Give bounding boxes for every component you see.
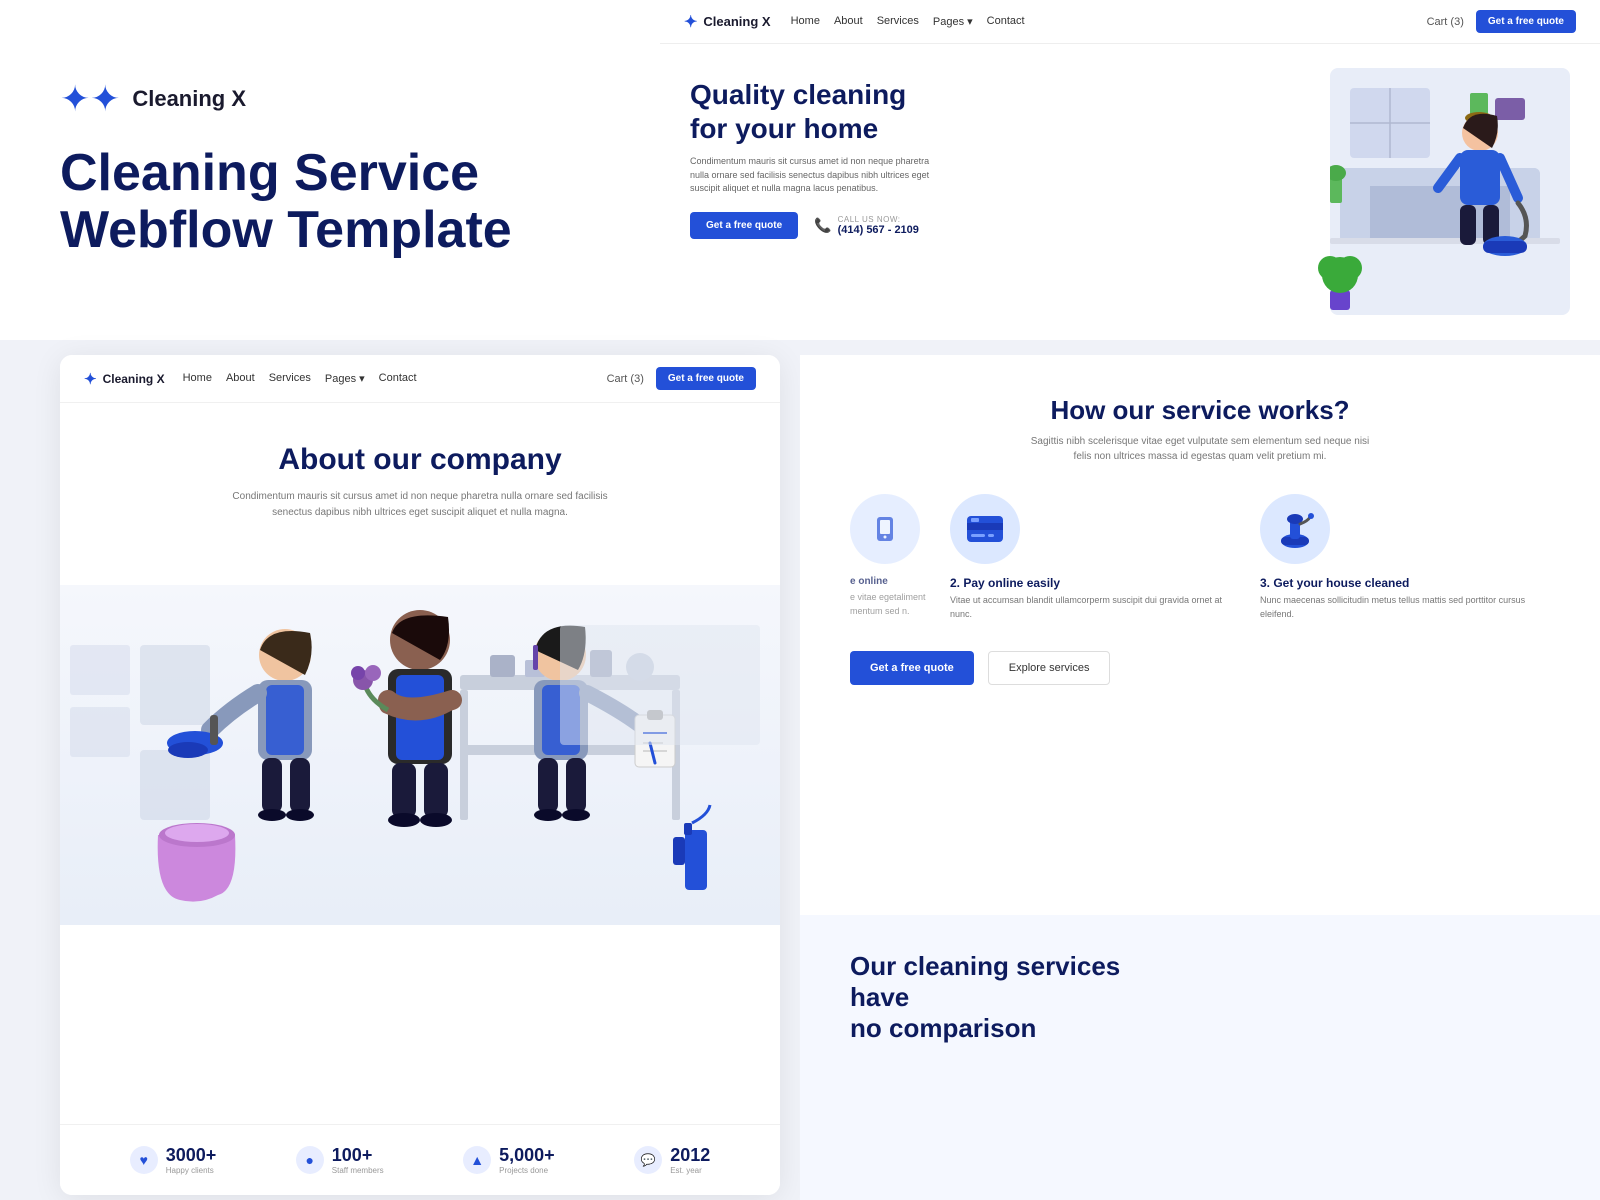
team-area: [60, 585, 780, 925]
hero-nav-right: Cart (3) Get a free quote: [1427, 10, 1576, 33]
about-nav-home[interactable]: Home: [183, 372, 212, 385]
hero-content: Quality cleaning for your home Condiment…: [660, 44, 1600, 339]
how-title: How our service works?: [850, 395, 1550, 426]
stat-dot-icon: ●: [296, 1146, 324, 1174]
stat-staff: ● 100+ Staff members: [296, 1145, 384, 1175]
how-description: Sagittis nibh scelerisque vitae eget vul…: [1030, 434, 1370, 464]
frame-2: [70, 707, 130, 757]
hero-nav-services[interactable]: Services: [877, 15, 919, 28]
about-title: About our company: [120, 443, 720, 477]
stat-heart-icon: ♥: [130, 1146, 158, 1174]
stat-projects-label: Projects done: [499, 1166, 555, 1175]
step2-desc: Vitae ut accumsan blandit ullamcorperm s…: [950, 594, 1240, 621]
about-nav-right: Cart (3) Get a free quote: [607, 367, 756, 390]
credit-card-icon: [966, 515, 1004, 543]
hero-illustration: [1310, 68, 1570, 315]
about-nav-services[interactable]: Services: [269, 372, 311, 385]
stat-happy-clients: ♥ 3000+ Happy clients: [130, 1145, 217, 1175]
no-comparison-title: Our cleaning services have no comparison: [850, 951, 1150, 1045]
stat-staff-number: 100+: [332, 1145, 384, 1166]
hero-nav-about[interactable]: About: [834, 15, 863, 28]
step1-number-partial: e online: [850, 576, 930, 587]
about-cart[interactable]: Cart (3): [607, 373, 644, 385]
no-comparison-panel: Our cleaning services have no comparison: [800, 915, 1600, 1200]
hero-nav-pages[interactable]: Pages: [933, 15, 973, 28]
hero-text: Quality cleaning for your home Condiment…: [690, 68, 1310, 315]
step-card-3: 3. Get your house cleaned Nunc maecenas …: [1260, 494, 1550, 621]
hero-plant-svg: [1315, 240, 1365, 310]
hero-actions: Get a free quote 📞 CALL US NOW: (414) 56…: [690, 212, 1310, 239]
hero-preview: ✦ Cleaning X Home About Services Pages C…: [660, 0, 1600, 340]
stat-staff-label: Staff members: [332, 1166, 384, 1175]
brand-panel: ✦✦ Cleaning X Cleaning Service Webflow T…: [0, 0, 660, 340]
about-cta-button[interactable]: Get a free quote: [656, 367, 756, 390]
brand-logo: ✦✦ Cleaning X: [60, 81, 600, 117]
step2-number: 2. Pay online easily: [950, 576, 1240, 590]
shelf-bg: [560, 625, 760, 745]
how-works-panel: How our service works? Sagittis nibh sce…: [800, 355, 1600, 915]
stat-est: 💬 2012 Est. year: [634, 1145, 710, 1175]
hero-title: Quality cleaning for your home: [690, 78, 1310, 145]
step3-desc: Nunc maecenas sollicitudin metus tellus …: [1260, 594, 1550, 621]
step1-desc-partial: e vitae egetaliment mentum sed n.: [850, 591, 930, 618]
about-navbar: ✦ Cleaning X Home About Services Pages C…: [60, 355, 780, 403]
stat-clients-number: 3000+: [166, 1145, 217, 1166]
hero-nav-home[interactable]: Home: [791, 15, 820, 28]
stat-triangle-icon: ▲: [463, 1146, 491, 1174]
brand-headline: Cleaning Service Webflow Template: [60, 145, 600, 259]
phone-icon: 📞: [814, 217, 831, 234]
step-card-partial: e online e vitae egetaliment mentum sed …: [850, 494, 930, 621]
about-description: Condimentum mauris sit cursus amet id no…: [230, 489, 610, 521]
phone-details: CALL US NOW: (414) 567 - 2109: [838, 215, 919, 236]
stat-est-number: 2012: [670, 1145, 710, 1166]
vacuum-icon: [1276, 509, 1314, 549]
hero-cta-button[interactable]: Get a free quote: [1476, 10, 1576, 33]
hero-nav-links: Home About Services Pages Contact: [791, 15, 1025, 28]
about-nav-contact[interactable]: Contact: [379, 372, 417, 385]
stats-bar: ♥ 3000+ Happy clients ● 100+ Staff membe…: [60, 1124, 780, 1195]
step-card-icon: [950, 494, 1020, 564]
step3-icon-circle: [1260, 494, 1330, 564]
explore-services-button[interactable]: Explore services: [988, 651, 1111, 685]
steps-row: e online e vitae egetaliment mentum sed …: [850, 494, 1550, 621]
about-nav-links: Home About Services Pages Contact: [183, 372, 417, 385]
about-nav-about[interactable]: About: [226, 372, 255, 385]
hero-navbar: ✦ Cleaning X Home About Services Pages C…: [660, 0, 1600, 44]
stat-chat-icon: 💬: [634, 1146, 662, 1174]
about-nav-logo: ✦ Cleaning X: [84, 370, 165, 388]
step-card-2: 2. Pay online easily Vitae ut accumsan b…: [950, 494, 1240, 621]
how-actions: Get a free quote Explore services: [850, 651, 1550, 685]
stat-est-label: Est. year: [670, 1166, 710, 1175]
about-preview: ✦ Cleaning X Home About Services Pages C…: [60, 355, 780, 1195]
stat-clients-label: Happy clients: [166, 1166, 217, 1175]
phone-label: CALL US NOW:: [838, 215, 919, 224]
hero-cart[interactable]: Cart (3): [1427, 16, 1464, 28]
hero-description: Condimentum mauris sit cursus amet id no…: [690, 155, 930, 196]
hero-get-quote-button[interactable]: Get a free quote: [690, 212, 798, 239]
hero-nav-contact[interactable]: Contact: [987, 15, 1025, 28]
logo-name: Cleaning X: [132, 86, 246, 112]
frames-bg: [70, 645, 130, 757]
about-logo-star-icon: ✦: [84, 370, 97, 388]
phone-number: (414) 567 - 2109: [838, 224, 919, 236]
stat-projects: ▲ 5,000+ Projects done: [463, 1145, 555, 1175]
about-nav-pages[interactable]: Pages: [325, 372, 365, 385]
frame-1: [70, 645, 130, 695]
stat-projects-number: 5,000+: [499, 1145, 555, 1166]
logo-stars-icon: ✦✦: [60, 81, 120, 117]
how-get-quote-button[interactable]: Get a free quote: [850, 651, 974, 685]
step3-number: 3. Get your house cleaned: [1260, 576, 1550, 590]
step-phone-icon: [850, 494, 920, 564]
phone-info: 📞 CALL US NOW: (414) 567 - 2109: [814, 215, 919, 236]
about-content: About our company Condimentum mauris sit…: [60, 403, 780, 585]
hero-nav-logo: ✦ Cleaning X: [684, 12, 771, 32]
hero-logo-star-icon: ✦: [684, 12, 697, 32]
